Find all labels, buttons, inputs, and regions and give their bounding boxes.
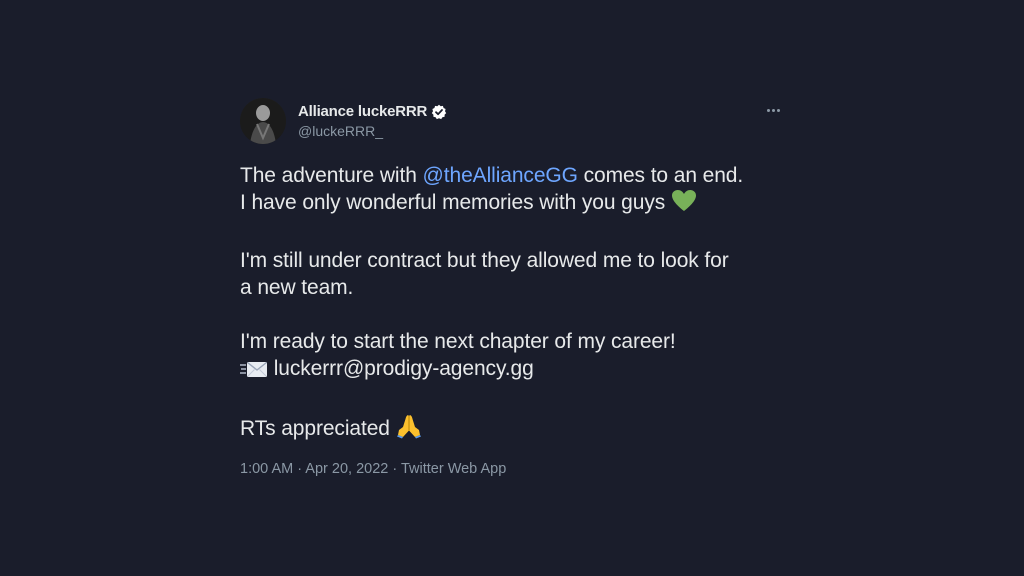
paragraph-3: I'm ready to start the next chapter of m…	[240, 328, 785, 386]
tweet-text: The adventure with @theAllianceGG comes …	[240, 162, 785, 446]
meta-separator: ·	[293, 461, 306, 477]
text-line: RTs appreciated	[240, 413, 785, 446]
text-line: The adventure with @theAllianceGG comes …	[240, 164, 744, 187]
paragraph-1: The adventure with @theAllianceGG comes …	[240, 162, 785, 220]
text-line: I'm ready to start the next chapter of m…	[240, 330, 676, 353]
text-line: luckerrr@prodigy-agency.gg	[240, 355, 785, 386]
folded-hands-emoji	[396, 413, 422, 446]
tweet-source[interactable]: Twitter Web App	[401, 461, 506, 477]
paragraph-2: I'm still under contract but they allowe…	[240, 247, 785, 301]
avatar[interactable]	[240, 98, 286, 144]
envelope-with-arrow-emoji	[240, 359, 268, 386]
tweet-header: Alliance luckeRRR @luckeRRR_	[240, 96, 785, 146]
author-names: Alliance luckeRRR @luckeRRR_	[298, 103, 447, 139]
avatar-image	[240, 98, 286, 144]
green-heart-emoji	[671, 189, 697, 220]
display-name-row: Alliance luckeRRR	[298, 103, 447, 120]
meta-separator: ·	[388, 461, 401, 477]
mention-link[interactable]: @theAllianceGG	[423, 164, 578, 187]
author-handle[interactable]: @luckeRRR_	[298, 123, 447, 139]
text-line: I have only wonderful memories with you …	[240, 189, 785, 220]
tweet-date[interactable]: Apr 20, 2022	[305, 461, 388, 477]
tweet-time[interactable]: 1:00 AM	[240, 461, 293, 477]
tweet-card: Alliance luckeRRR @luckeRRR_ The adventu…	[240, 96, 785, 477]
paragraph-4: RTs appreciated	[240, 413, 785, 446]
verified-badge-icon	[431, 104, 447, 120]
text-line: I'm still under contract but they allowe…	[240, 249, 729, 272]
more-horizontal-icon[interactable]	[761, 100, 785, 120]
display-name[interactable]: Alliance luckeRRR	[298, 103, 427, 120]
text-line: a new team.	[240, 276, 354, 299]
tweet-meta: 1:00 AM · Apr 20, 2022 · Twitter Web App	[240, 461, 785, 477]
